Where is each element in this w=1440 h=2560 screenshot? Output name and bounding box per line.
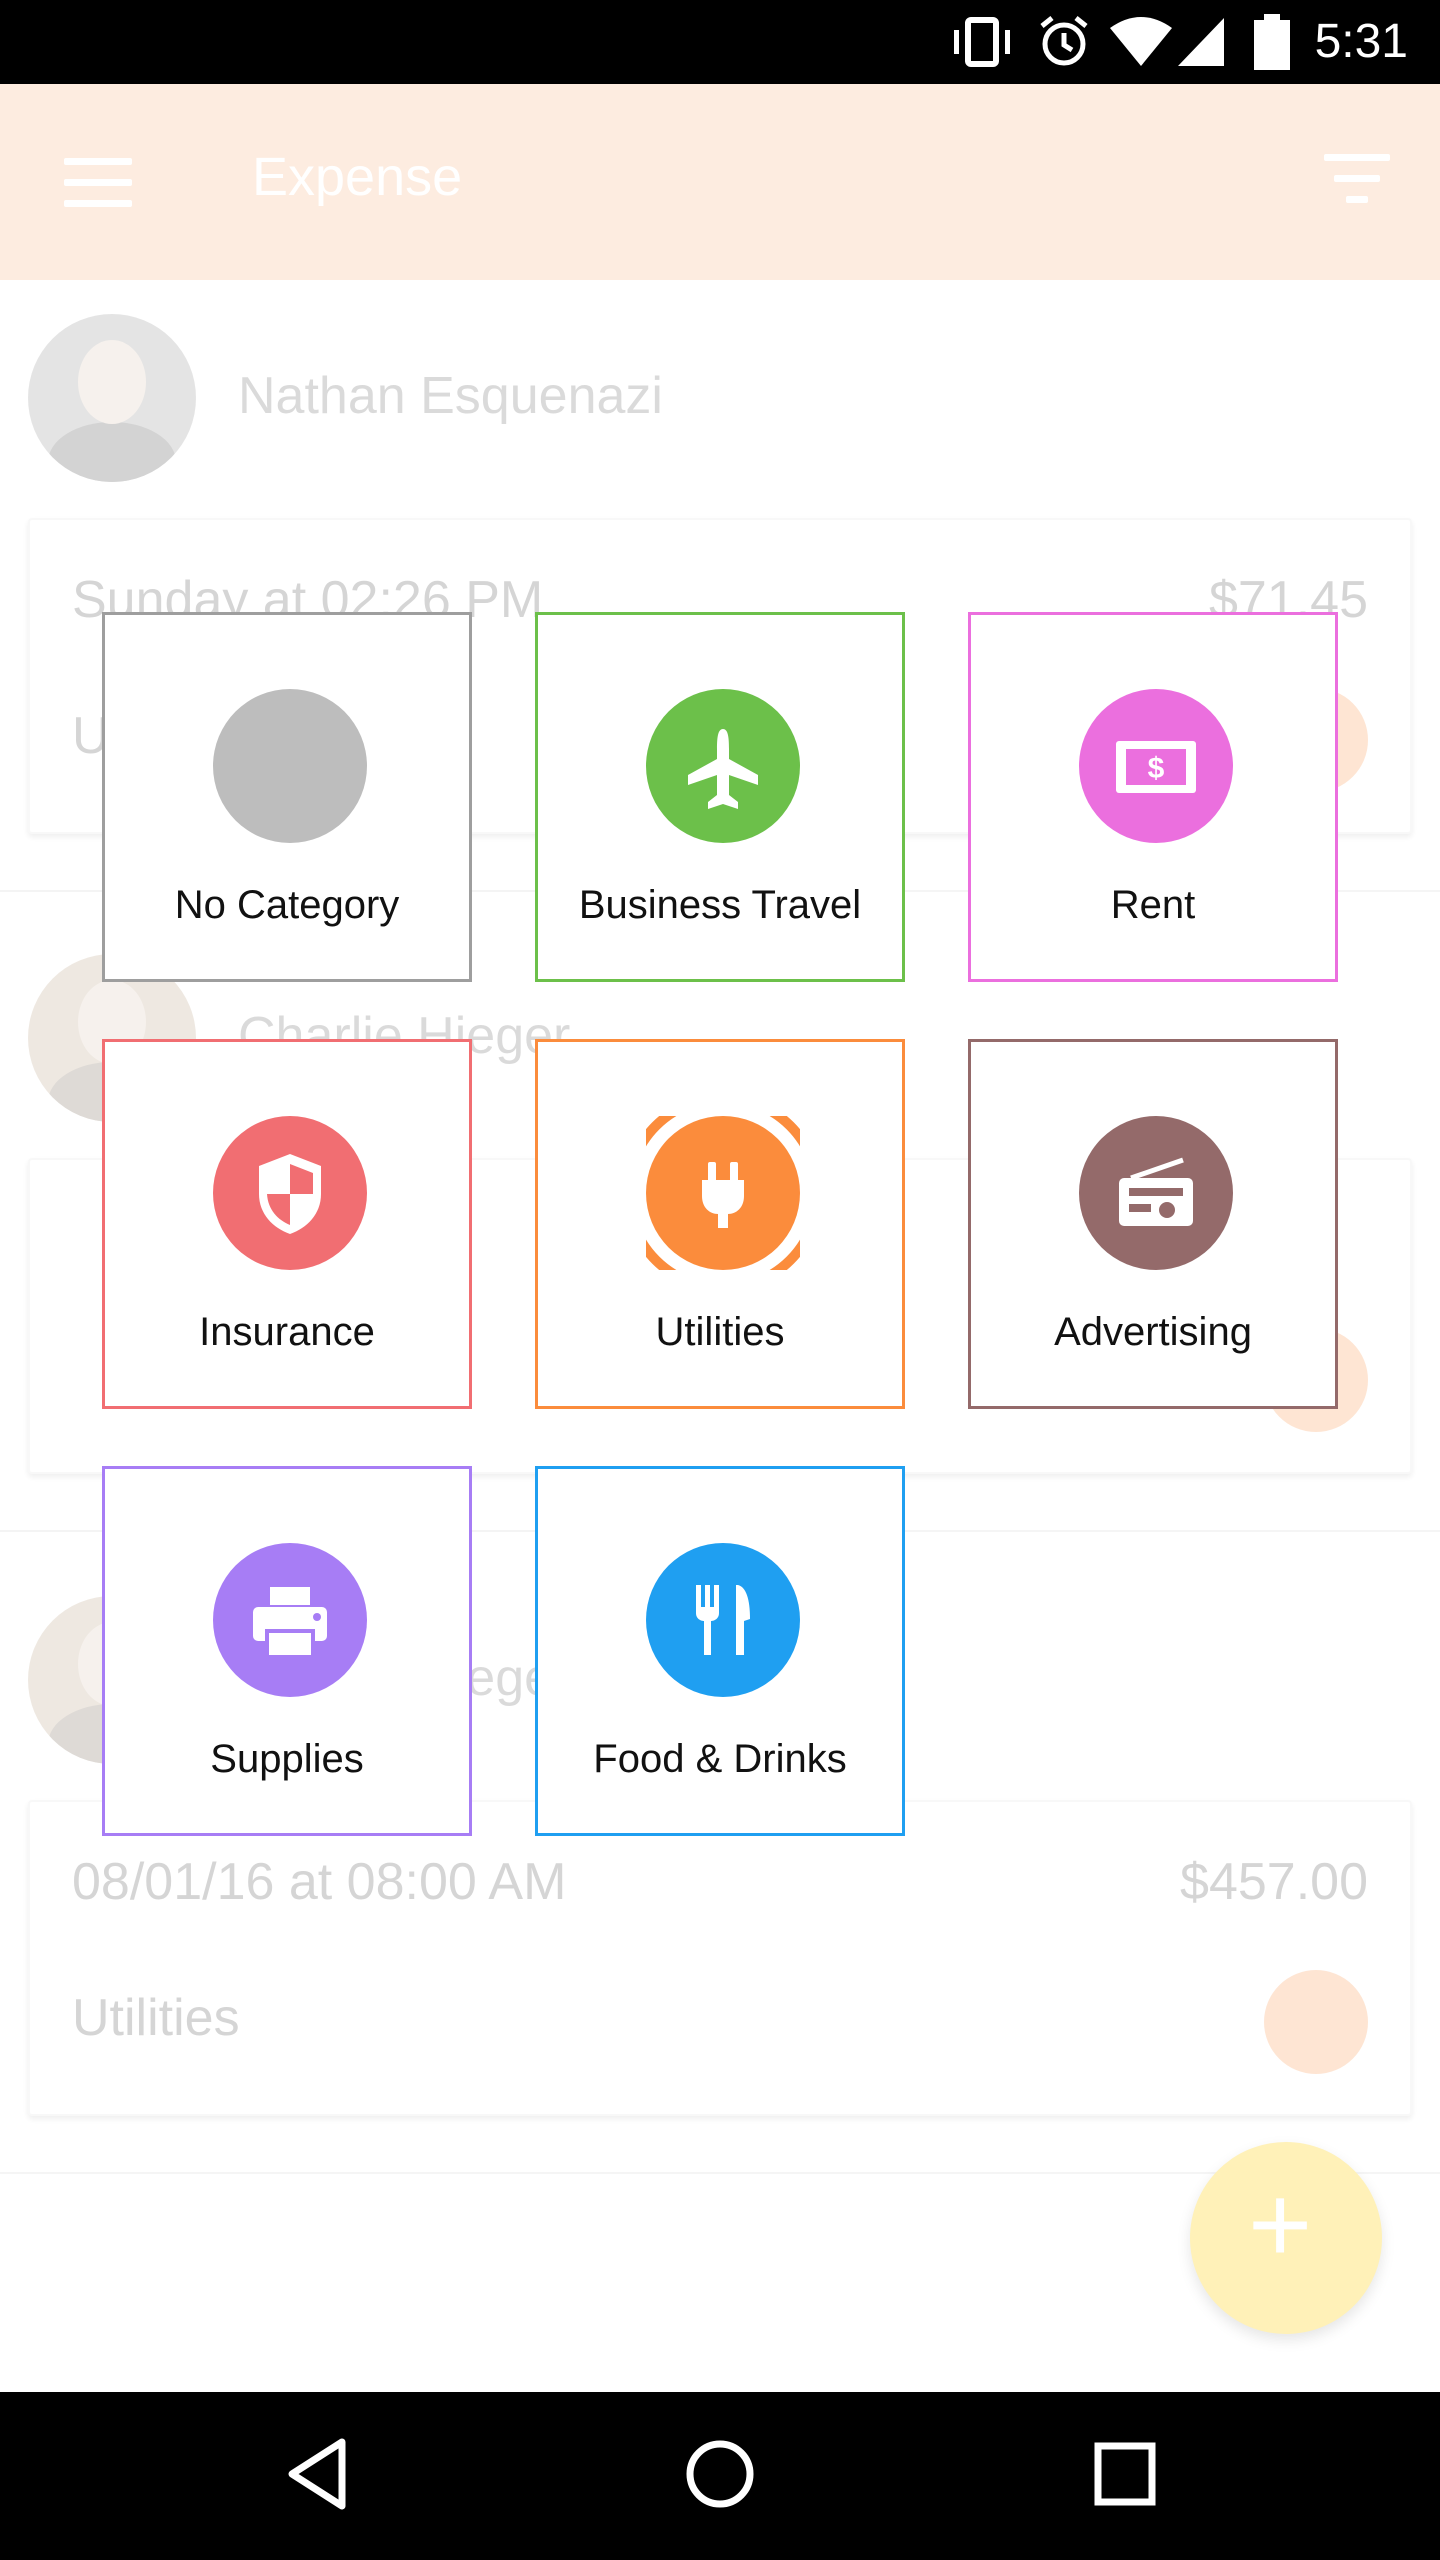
category-label: Insurance — [199, 1310, 375, 1354]
wifi-icon — [1110, 17, 1172, 66]
category-rent[interactable]: $ Rent — [968, 612, 1338, 982]
category-label: Rent — [1110, 883, 1196, 927]
plug-icon — [646, 1116, 800, 1270]
category-label: Supplies — [210, 1737, 364, 1781]
expense-date: 08/01/16 at 08:00 AM — [72, 1853, 567, 1911]
plus-icon: + — [1248, 2163, 1313, 2286]
category-advertising[interactable]: Advertising — [968, 1039, 1338, 1409]
signal-icon — [1178, 18, 1224, 66]
expense-category: Utilities — [72, 1989, 240, 2047]
svg-text:$: $ — [1148, 752, 1165, 785]
menu-icon[interactable] — [64, 158, 132, 208]
expense-amount: $457.00 — [1180, 1853, 1368, 1911]
user-name: Nathan Esquenazi — [238, 367, 663, 425]
expense-card[interactable]: 08/01/16 at 08:00 AM $457.00 Utilities — [28, 1800, 1412, 2116]
page-title: Expense — [252, 147, 463, 207]
category-label: Advertising — [1054, 1310, 1252, 1354]
back-icon[interactable] — [282, 2434, 352, 2514]
filter-icon[interactable] — [1324, 154, 1390, 210]
user-row: Nathan Esquenazi — [28, 314, 1418, 484]
recents-icon[interactable] — [1090, 2434, 1160, 2514]
category-label: Utilities — [655, 1310, 785, 1354]
avatar — [28, 314, 196, 482]
category-label: Food & Drinks — [593, 1737, 847, 1781]
alarm-icon — [1040, 16, 1088, 66]
add-expense-button[interactable]: + — [1190, 2142, 1382, 2334]
status-bar: 5:31 — [0, 0, 1440, 84]
fork-knife-icon — [646, 1543, 800, 1697]
plug-icon — [1264, 1970, 1368, 2074]
category-label: Business Travel — [578, 883, 862, 927]
category-food-drinks[interactable]: Food & Drinks — [535, 1466, 905, 1836]
shield-icon — [213, 1116, 367, 1270]
vibrate-icon — [954, 17, 1010, 67]
category-utilities[interactable]: Utilities — [535, 1039, 905, 1409]
category-business-travel[interactable]: Business Travel — [535, 612, 905, 982]
category-insurance[interactable]: Insurance — [102, 1039, 472, 1409]
app-bar: Expense — [0, 84, 1440, 280]
money-bill-icon: $ — [1079, 689, 1233, 843]
clock: 5:31 — [1314, 15, 1408, 68]
airplane-icon — [646, 689, 800, 843]
category-no-category[interactable]: No Category — [102, 612, 472, 982]
home-icon[interactable] — [684, 2434, 756, 2514]
category-supplies[interactable]: Supplies — [102, 1466, 472, 1836]
empty-category-icon — [213, 689, 367, 843]
battery-icon — [1254, 14, 1290, 70]
radio-icon — [1079, 1116, 1233, 1270]
category-label: No Category — [174, 883, 400, 927]
nav-bar — [0, 2392, 1440, 2560]
printer-icon — [213, 1543, 367, 1697]
